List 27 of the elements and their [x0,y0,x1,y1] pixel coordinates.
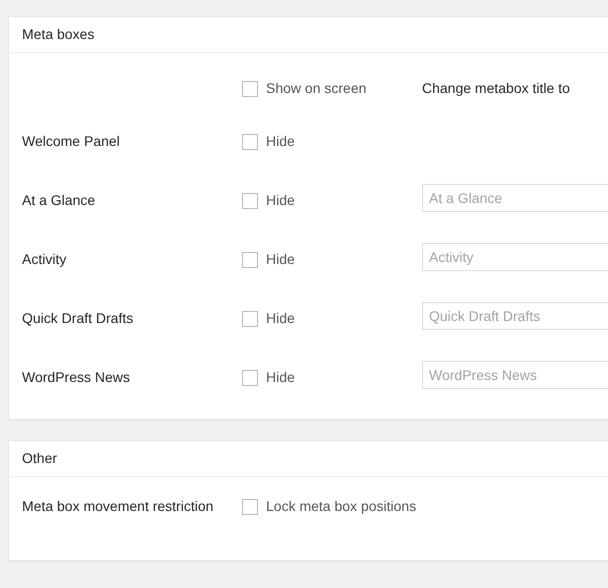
checkbox[interactable] [242,252,258,268]
row-label: Meta box movement restriction [22,497,214,516]
checkbox[interactable] [242,192,258,208]
checkbox[interactable] [242,310,258,326]
checkbox-label: Lock meta box positions [266,497,416,516]
panel-title: Other [22,449,58,468]
row-label: Quick Draft Drafts [22,309,134,328]
checkbox-label: Hide [266,368,295,387]
row-label: Activity [22,250,68,269]
column-heading: Change metabox title to [422,79,570,98]
checkbox[interactable] [242,80,258,96]
panel-title: Meta boxes [22,25,94,44]
checkbox[interactable] [242,134,258,150]
checkbox-label: Hide [266,191,295,210]
checkbox-label: Hide [266,309,295,328]
checkbox-label: Hide [266,250,295,269]
row-label: At a Glance [22,191,96,210]
checkbox[interactable] [242,498,258,514]
title-input-field[interactable]: At a Glance [422,184,608,212]
checkbox-label: Show on screen [266,79,366,98]
row-label: Welcome Panel [22,132,121,151]
checkbox-label: Hide [266,132,295,151]
checkbox[interactable] [242,370,258,386]
title-input-field[interactable]: Activity [422,243,608,271]
title-input-field[interactable]: Quick Draft Drafts [422,302,608,330]
title-input-field[interactable]: WordPress News [422,361,608,389]
row-label: WordPress News [22,368,131,387]
